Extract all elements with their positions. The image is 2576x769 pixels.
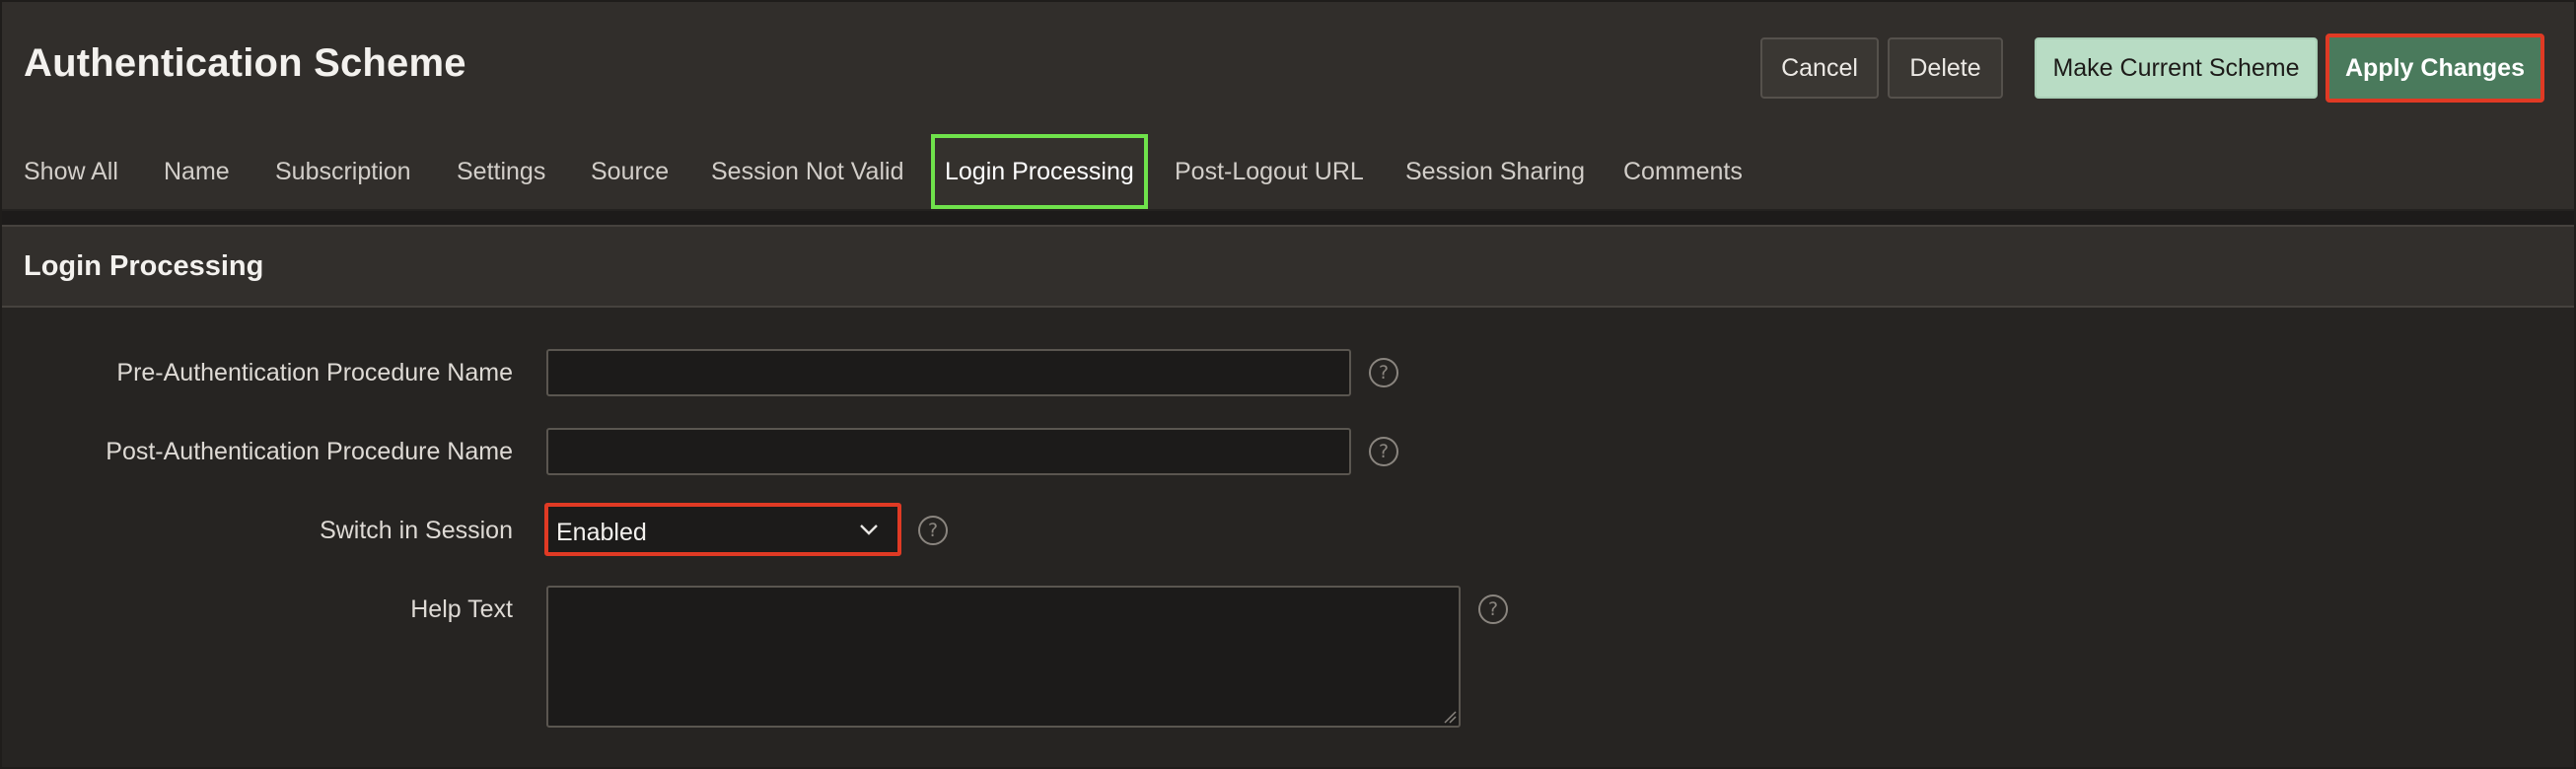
switch-in-session-select[interactable]: Enabled — [544, 503, 901, 556]
help-text-help-icon[interactable]: ? — [1478, 594, 1508, 624]
switch-in-session-label: Switch in Session — [320, 517, 513, 544]
tab-subscription[interactable]: Subscription — [275, 134, 411, 209]
page-header: Authentication Scheme Cancel Delete Make… — [2, 2, 2574, 209]
post-auth-label: Post-Authentication Procedure Name — [106, 438, 513, 465]
tab-source[interactable]: Source — [591, 134, 669, 209]
help-text-label: Help Text — [410, 595, 513, 623]
tab-login-processing[interactable]: Login Processing — [931, 134, 1148, 209]
resize-grip-icon[interactable] — [1443, 710, 1457, 724]
pre-auth-label: Pre-Authentication Procedure Name — [116, 359, 513, 386]
switch-in-session-help-icon[interactable]: ? — [918, 516, 948, 545]
delete-button[interactable]: Delete — [1888, 37, 2003, 99]
tab-comments[interactable]: Comments — [1623, 134, 1743, 209]
region-separator — [2, 211, 2574, 225]
post-auth-procedure-input[interactable] — [546, 428, 1351, 475]
page-title: Authentication Scheme — [24, 41, 466, 85]
tab-name[interactable]: Name — [164, 134, 230, 209]
apply-changes-button[interactable]: Apply Changes — [2326, 34, 2544, 103]
page: Authentication Scheme Cancel Delete Make… — [0, 0, 2576, 769]
tab-session-not-valid[interactable]: Session Not Valid — [711, 134, 903, 209]
region-header: Login Processing — [2, 225, 2574, 308]
pre-auth-help-icon[interactable]: ? — [1369, 358, 1398, 387]
tab-settings[interactable]: Settings — [457, 134, 545, 209]
tab-show-all[interactable]: Show All — [24, 134, 118, 209]
tab-bar: Show All Name Subscription Settings Sour… — [2, 134, 2574, 209]
make-current-scheme-button[interactable]: Make Current Scheme — [2035, 37, 2318, 99]
post-auth-help-icon[interactable]: ? — [1369, 437, 1398, 466]
login-processing-form: Pre-Authentication Procedure Name ? Post… — [2, 308, 2574, 767]
tab-session-sharing[interactable]: Session Sharing — [1405, 134, 1585, 209]
pre-auth-procedure-input[interactable] — [546, 349, 1351, 396]
help-text-textarea[interactable] — [546, 586, 1461, 728]
chevron-down-icon — [860, 524, 878, 535]
tab-post-logout-url[interactable]: Post-Logout URL — [1175, 134, 1364, 209]
region-title: Login Processing — [24, 250, 264, 282]
cancel-button[interactable]: Cancel — [1760, 37, 1879, 99]
switch-in-session-value: Enabled — [556, 519, 647, 546]
